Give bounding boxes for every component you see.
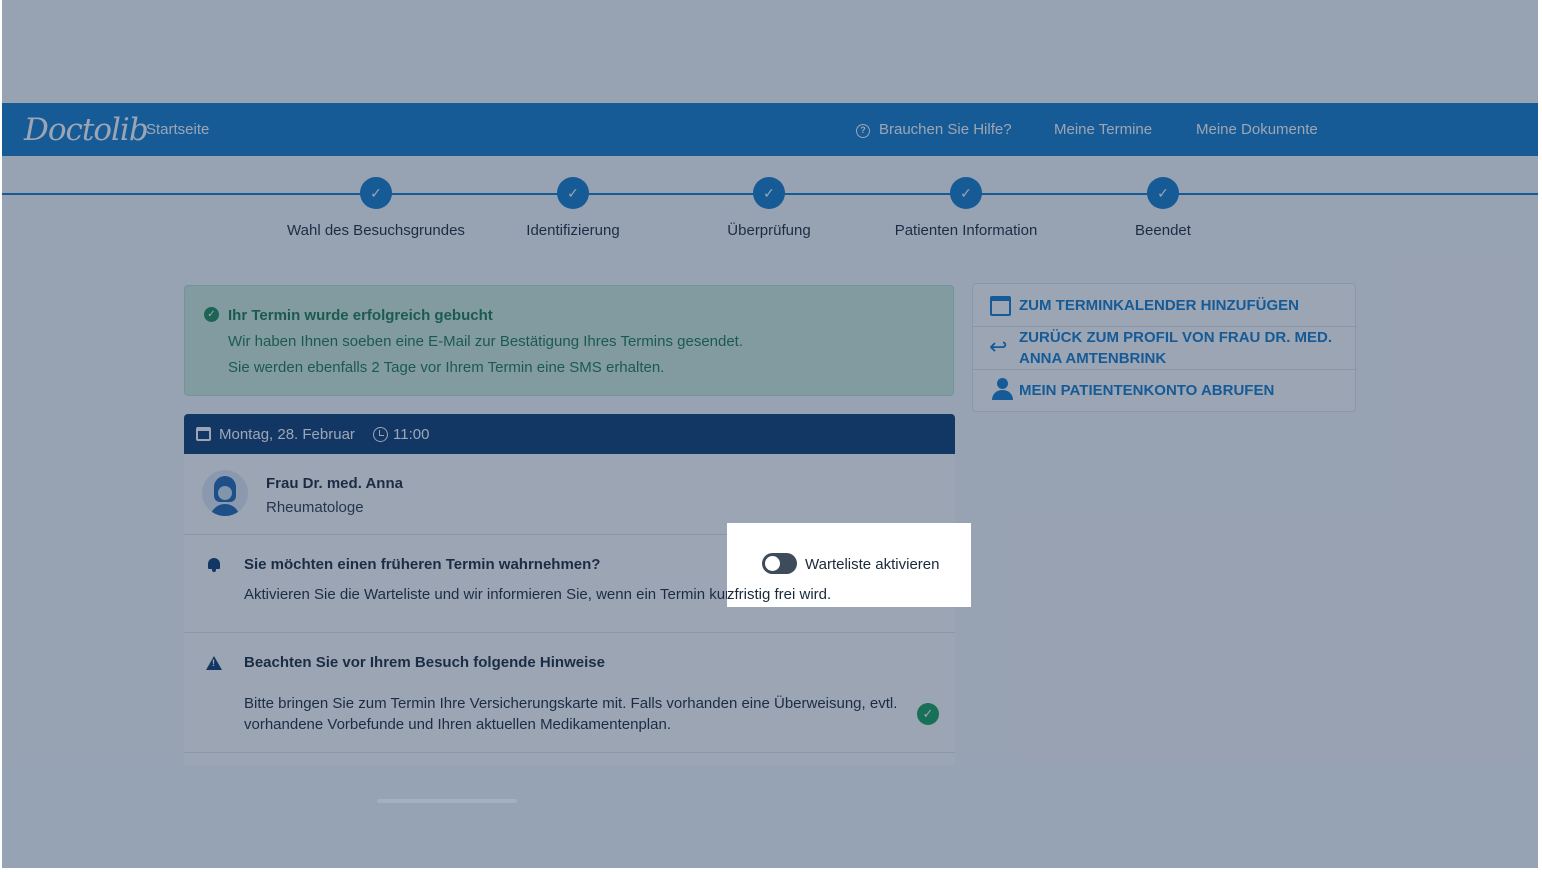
notes-title: Beachten Sie vor Ihrem Besuch folgende H…	[244, 654, 605, 671]
appointment-date: Montag, 28. Februar	[219, 426, 355, 443]
step-3-check-icon: ✓	[753, 177, 785, 209]
nav-home-link[interactable]: Startseite	[146, 121, 209, 138]
appointment-card-header: Montag, 28. Februar 11:00	[184, 414, 955, 454]
success-title: Ihr Termin wurde erfolgreich gebucht	[228, 307, 493, 324]
step-2-check-icon: ✓	[557, 177, 589, 209]
step-1-check-icon: ✓	[360, 177, 392, 209]
booking-success-alert: ✓ Ihr Termin wurde erfolgreich gebucht W…	[184, 285, 954, 396]
back-to-profile-label-1: ZURÜCK ZUM PROFIL VON FRAU DR. MED.	[1019, 329, 1333, 346]
reply-arrow-icon: ↩	[989, 334, 1008, 359]
waitlist-description: Aktivieren Sie die Warteliste und wir in…	[244, 586, 731, 603]
step-3-label: Überprüfung	[727, 222, 811, 239]
waitlist-toggle[interactable]	[762, 553, 797, 574]
dim-footer-area	[2, 765, 1538, 868]
success-check-icon: ✓	[204, 307, 219, 322]
divider	[184, 632, 955, 633]
appointment-time: 11:00	[393, 426, 430, 443]
doctolib-logo[interactable]: Doctolib	[24, 112, 149, 148]
nav-help-label: Brauchen Sie Hilfe?	[879, 121, 1012, 138]
waitlist-description-highlight: zfristig frei wird.	[727, 586, 832, 603]
clock-icon	[373, 427, 388, 442]
nav-documents-link[interactable]: Meine Dokumente	[1196, 121, 1318, 138]
calendar-icon	[990, 296, 1011, 316]
doctor-name: Frau Dr. med. Anna	[266, 475, 403, 492]
step-5-check-icon: ✓	[1147, 177, 1179, 209]
user-icon	[992, 378, 1013, 400]
waitlist-spotlight: Warteliste aktivieren zfristig frei wird…	[727, 523, 971, 607]
notes-text-line-1: Bitte bringen Sie zum Termin Ihre Versic…	[244, 695, 898, 712]
nav-appointments-link[interactable]: Meine Termine	[1054, 121, 1152, 138]
step-1-label: Wahl des Besuchsgrundes	[287, 222, 465, 239]
patient-account-label: MEIN PATIENTENKONTO ABRUFEN	[1019, 382, 1275, 399]
page-frame: Doctolib Startseite ? Brauchen Sie Hilfe?…	[2, 0, 1538, 868]
actions-panel: ZUM TERMINKALENDER HINZUFÜGEN ↩ ZURÜCK Z…	[972, 283, 1357, 412]
doctor-avatar	[202, 470, 248, 516]
waitlist-toggle-label: Warteliste aktivieren	[805, 556, 940, 573]
bell-icon	[208, 558, 220, 572]
step-4-check-icon: ✓	[950, 177, 982, 209]
notes-text-line-2: vorhandene Vorbefunde und Ihren aktuelle…	[244, 716, 671, 733]
step-5-label: Beendet	[1135, 222, 1191, 239]
calendar-icon	[196, 427, 211, 441]
success-sms-text: Sie werden ebenfalls 2 Tage vor Ihrem Te…	[228, 359, 665, 376]
help-icon: ?	[856, 124, 870, 138]
add-to-calendar-label: ZUM TERMINKALENDER HINZUFÜGEN	[1019, 297, 1299, 314]
toggle-knob	[765, 556, 780, 571]
nav-help-link[interactable]: ? Brauchen Sie Hilfe?	[856, 121, 1012, 138]
waitlist-title: Sie möchten einen früheren Termin wahrne…	[244, 556, 601, 573]
notes-check-icon: ✓	[917, 703, 939, 725]
back-to-profile-button[interactable]: ↩ ZURÜCK ZUM PROFIL VON FRAU DR. MED. AN…	[973, 327, 1357, 370]
top-navbar: Doctolib Startseite ? Brauchen Sie Hilfe?…	[2, 103, 1538, 156]
back-to-profile-label-2: ANNA AMTENBRINK	[1019, 350, 1167, 367]
add-to-calendar-button[interactable]: ZUM TERMINKALENDER HINZUFÜGEN	[973, 284, 1357, 327]
patient-account-button[interactable]: MEIN PATIENTENKONTO ABRUFEN	[973, 370, 1357, 412]
doctor-specialty: Rheumatologe	[266, 499, 364, 516]
step-2-label: Identifizierung	[526, 222, 620, 239]
success-email-text: Wir haben Ihnen soeben eine E-Mail zur B…	[228, 333, 744, 350]
step-4-label: Patienten Information	[894, 222, 1038, 239]
divider	[184, 752, 955, 753]
